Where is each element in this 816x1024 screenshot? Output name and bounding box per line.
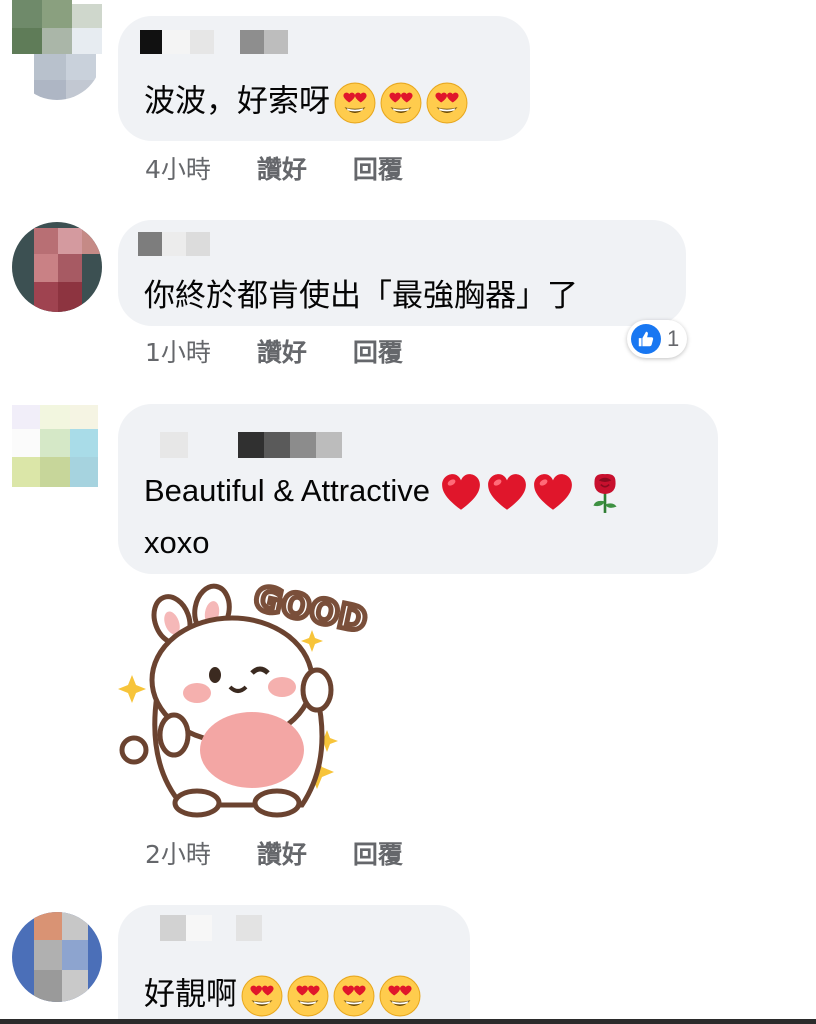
comment-bubble[interactable]: 波波，好索呀 (118, 16, 530, 141)
comment-bubble[interactable]: Beautiful & Attractive xoxo (118, 404, 718, 574)
comment-text: 好靚啊 (144, 975, 425, 1017)
avatar[interactable] (12, 0, 102, 100)
emoji-group (440, 472, 630, 514)
comment-timestamp[interactable]: 2小時 (145, 835, 211, 871)
comment-bubble[interactable]: 好靚啊 (118, 905, 470, 1024)
screen-bottom-edge (0, 1019, 816, 1024)
like-button[interactable]: 讚好 (257, 150, 307, 186)
comment-text-line1: Beautiful & Attractive (144, 473, 431, 509)
heart-eyes-emoji (334, 82, 376, 124)
comments-screen: 波波，好索呀 4小時 讚好 回覆 你終於都肯使出「最強胸器」了 1 1小時 讚好… (0, 0, 816, 1024)
reaction-summary[interactable]: 1 (627, 320, 688, 358)
reply-button[interactable]: 回覆 (353, 333, 403, 369)
red-heart-emoji (440, 472, 482, 514)
comment-text-body: 波波，好索呀 (144, 83, 330, 120)
comment-actions: 4小時 讚好 回覆 (145, 150, 441, 186)
heart-eyes-emoji (380, 82, 422, 124)
heart-eyes-emoji (241, 975, 283, 1017)
comment-text-body: 好靚啊 (144, 976, 237, 1013)
commenter-name-redacted[interactable] (138, 232, 218, 256)
comment-actions: 2小時 讚好 回覆 (145, 835, 441, 871)
commenter-name-redacted[interactable] (140, 30, 300, 54)
like-button[interactable]: 讚好 (257, 333, 307, 369)
heart-eyes-emoji (333, 975, 375, 1017)
heart-eyes-emoji (426, 82, 468, 124)
emoji-group (241, 975, 425, 1017)
avatar[interactable] (12, 405, 102, 487)
comment-text: Beautiful & Attractive (144, 472, 630, 514)
avatar[interactable] (12, 222, 102, 312)
like-button[interactable]: 讚好 (257, 835, 307, 871)
reply-button[interactable]: 回覆 (353, 835, 403, 871)
reaction-count: 1 (667, 326, 680, 351)
comment-timestamp[interactable]: 4小時 (145, 150, 211, 186)
comment-bubble[interactable]: 你終於都肯使出「最強胸器」了 (118, 220, 686, 326)
rose-emoji (584, 472, 626, 514)
emoji-group (334, 82, 472, 124)
heart-eyes-emoji (379, 975, 421, 1017)
commenter-name-redacted[interactable] (160, 915, 270, 941)
comment-text: 波波，好索呀 (144, 82, 472, 124)
thumbs-up-icon (631, 324, 661, 354)
reply-button[interactable]: 回覆 (353, 150, 403, 186)
heart-eyes-emoji (287, 975, 329, 1017)
red-heart-emoji (532, 472, 574, 514)
red-heart-emoji (486, 472, 528, 514)
good-bunny-sticker[interactable]: GOOD (112, 575, 372, 830)
comment-actions: 1小時 讚好 回覆 (145, 333, 441, 369)
avatar[interactable] (12, 912, 102, 1002)
comment-text-line2: xoxo (144, 525, 210, 560)
comment-timestamp[interactable]: 1小時 (145, 333, 211, 369)
commenter-name-redacted[interactable] (160, 432, 350, 458)
comment-text: 你終於都肯使出「最強胸器」了 (144, 278, 578, 314)
